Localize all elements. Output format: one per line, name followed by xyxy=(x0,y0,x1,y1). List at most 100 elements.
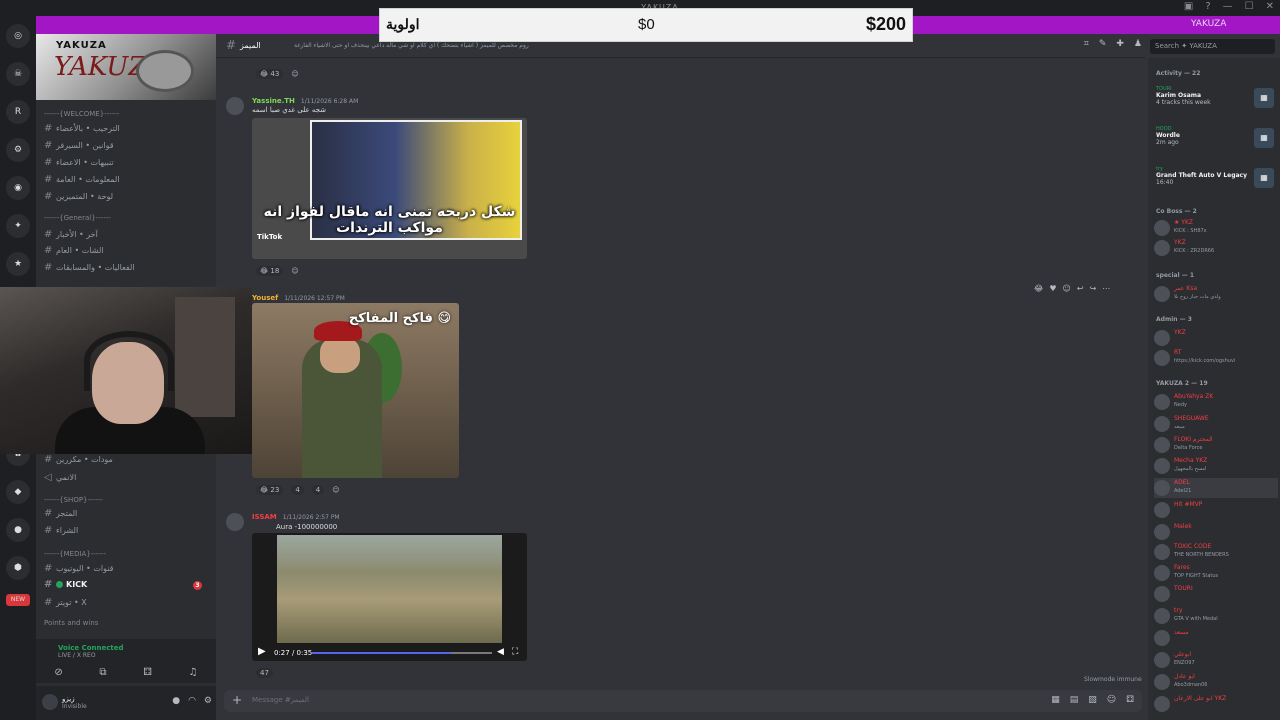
member-item[interactable]: YKZ xyxy=(1154,328,1278,348)
pin-icon[interactable]: ✚ xyxy=(1116,39,1124,49)
avatar[interactable] xyxy=(226,513,244,531)
add-reaction-icon[interactable]: ☺ xyxy=(291,70,298,78)
sticker-icon[interactable]: ▧ xyxy=(1088,695,1097,705)
member-item[interactable]: FLOKI المحترم Delta Force xyxy=(1154,435,1278,455)
channel-item[interactable]: #3 KICK xyxy=(44,579,210,594)
channel-item[interactable]: # الفعاليات • والمسابقات xyxy=(44,262,210,277)
member-item[interactable]: SHEGUAWE مبيعه xyxy=(1154,414,1278,434)
channel-item[interactable]: # تويتر • X xyxy=(44,597,210,612)
server-icon[interactable]: R xyxy=(6,100,30,124)
soundboard-icon[interactable]: ♫ xyxy=(189,667,198,678)
inbox-icon[interactable]: ▣ xyxy=(1184,1,1193,12)
channel-item[interactable]: # لوحة • المتميزين xyxy=(44,191,210,206)
channel-topic[interactable]: روم مخصص للميمز ( اشياء بتضحك ) اي كلام … xyxy=(294,42,529,49)
gift-icon[interactable]: ▦ xyxy=(1051,695,1060,705)
message-author[interactable]: Yousef xyxy=(252,294,278,302)
member-item[interactable]: TOXIC CODE THE NORTH BENDERS xyxy=(1154,542,1278,562)
member-item[interactable]: Hit #MVP xyxy=(1154,500,1278,520)
avatar[interactable] xyxy=(226,97,244,115)
reaction[interactable]: 4 xyxy=(291,485,304,495)
add-reaction-icon[interactable]: ☺ xyxy=(291,267,298,275)
channel-category[interactable]: ------{General}------ xyxy=(44,214,210,229)
channel-item[interactable]: ◁ الانمي xyxy=(44,472,210,487)
server-icon[interactable]: ◆ xyxy=(6,480,30,504)
headphones-icon[interactable]: ◠ xyxy=(188,696,196,706)
member-item[interactable]: ADEL Adel21 xyxy=(1154,478,1278,498)
notifications-icon[interactable]: ✎ xyxy=(1099,39,1107,49)
server-icon[interactable]: ● xyxy=(6,518,30,542)
channel-item[interactable]: # الشات • العام xyxy=(44,245,210,260)
server-icon[interactable]: ✦ xyxy=(6,214,30,238)
attach-icon[interactable]: + xyxy=(232,693,242,707)
member-item[interactable]: Fares TOP FIGHT Status xyxy=(1154,563,1278,583)
mic-icon[interactable]: ● xyxy=(172,696,180,706)
message-composer[interactable]: + Message #الميمز ▦ ▤ ▧ ☺ ⚃ xyxy=(224,690,1142,712)
video-progress[interactable] xyxy=(312,652,492,654)
member-item[interactable]: عمر Ksa ولدي مات جبار روح بلا xyxy=(1154,284,1278,304)
channel-category[interactable]: Points and wins xyxy=(44,619,210,634)
volume-icon[interactable]: ◀ xyxy=(497,647,504,657)
screen-share-icon[interactable]: ⧉ xyxy=(99,667,106,678)
fullscreen-icon[interactable]: ⛶ xyxy=(512,647,518,657)
member-item[interactable]: RT https://kick.com/ogshuvi xyxy=(1154,348,1278,368)
member-item[interactable]: ابوعلي ENZO97 xyxy=(1154,650,1278,670)
threads-icon[interactable]: ⌗ xyxy=(1084,39,1089,49)
server-icon[interactable]: ⬢ xyxy=(6,556,30,580)
add-reaction-icon[interactable]: ☺ xyxy=(332,486,339,494)
reaction[interactable]: 4 xyxy=(311,485,325,495)
channel-item[interactable]: # تنبيهات • الاعضاء xyxy=(44,157,210,172)
emoji-icon[interactable]: ☺ xyxy=(1107,695,1116,705)
reaction[interactable]: 😂 18 xyxy=(256,266,284,276)
close-icon[interactable]: ✕ xyxy=(1266,1,1274,12)
reaction-icon[interactable]: 😂 xyxy=(1034,284,1043,298)
help-icon[interactable]: ? xyxy=(1205,1,1210,12)
message-author[interactable]: Yassine.TH xyxy=(252,97,295,105)
image-attachment[interactable]: فاكح المفاكح 😋 xyxy=(252,303,459,478)
camera-icon[interactable]: ⊘ xyxy=(54,667,62,678)
channel-item[interactable]: # المتجر xyxy=(44,508,210,523)
new-badge[interactable]: NEW xyxy=(6,594,30,606)
channel-item[interactable]: # الترحيب • بالأعضاء xyxy=(44,123,210,138)
server-icon[interactable]: ◉ xyxy=(6,176,30,200)
video-player[interactable]: ▶ 0:27 / 0:35 ◀ ⛶ xyxy=(252,533,527,661)
reply-icon[interactable]: ↩ xyxy=(1077,284,1084,298)
reaction[interactable]: 😂 43 xyxy=(256,69,284,79)
member-item[interactable]: ابو عادل Abo3dman06 xyxy=(1154,672,1278,692)
apps-icon[interactable]: ⚃ xyxy=(1126,695,1134,705)
forward-icon[interactable]: ↪ xyxy=(1090,284,1097,298)
play-icon[interactable]: ▶ xyxy=(258,646,266,657)
activity-card[interactable]: try Grand Theft Auto V Legacy 16:40 ▦ xyxy=(1156,166,1276,200)
member-item[interactable]: ابو على الارعان YKZ xyxy=(1154,694,1278,714)
server-icon[interactable]: ⚙ xyxy=(6,138,30,162)
maximize-icon[interactable]: ☐ xyxy=(1245,1,1254,12)
settings-icon[interactable]: ⚙ xyxy=(204,696,212,706)
message-input[interactable]: Message #الميمز xyxy=(252,696,309,704)
message-author[interactable]: ISSAM xyxy=(252,513,277,521)
server-banner[interactable]: YAKUZA YAKUZA xyxy=(36,34,216,100)
member-item[interactable]: Mecha YKZ امسح بالمجهول xyxy=(1154,456,1278,476)
avatar[interactable] xyxy=(42,694,58,710)
channel-item[interactable]: # المعلومات • العامة xyxy=(44,174,210,189)
add-reaction-icon[interactable]: ☺ xyxy=(1063,284,1071,298)
reaction[interactable]: 47 xyxy=(256,668,273,678)
member-item[interactable]: YKZ KICK : ZR2DR66 xyxy=(1154,238,1278,258)
member-item[interactable]: ★ YKZ KICK : SH87x xyxy=(1154,218,1278,238)
reaction[interactable]: 😂 23 xyxy=(256,485,284,495)
activity-icon[interactable]: ⚃ xyxy=(143,667,152,678)
gif-icon[interactable]: ▤ xyxy=(1070,695,1079,705)
channel-item[interactable]: # قوانين • السيرفر xyxy=(44,140,210,155)
heart-icon[interactable]: ♥ xyxy=(1049,284,1056,298)
search-input[interactable]: Search ✦ YAKUZA xyxy=(1150,39,1275,54)
minimize-icon[interactable]: — xyxy=(1223,1,1233,12)
channel-item[interactable]: # الشراء xyxy=(44,525,210,540)
member-item[interactable]: Malek xyxy=(1154,522,1278,542)
member-item[interactable]: try GTA V with Medal xyxy=(1154,606,1278,626)
member-item[interactable]: TOURI xyxy=(1154,584,1278,604)
member-item[interactable]: مسعد xyxy=(1154,628,1278,648)
video-attachment[interactable]: شكل دربحه تمنى انه ماقال لفواز انه مواكب… xyxy=(252,118,527,259)
channel-item[interactable]: # قنوات • اليوتيوب xyxy=(44,563,210,578)
activity-card[interactable]: HOOD Wordle 2m ago ▦ xyxy=(1156,126,1276,160)
member-item[interactable]: AbuYahya ZK Nedy xyxy=(1154,392,1278,412)
channel-item[interactable]: # مودات • مكررين xyxy=(44,454,210,469)
discord-icon[interactable]: ◎ xyxy=(6,24,30,48)
